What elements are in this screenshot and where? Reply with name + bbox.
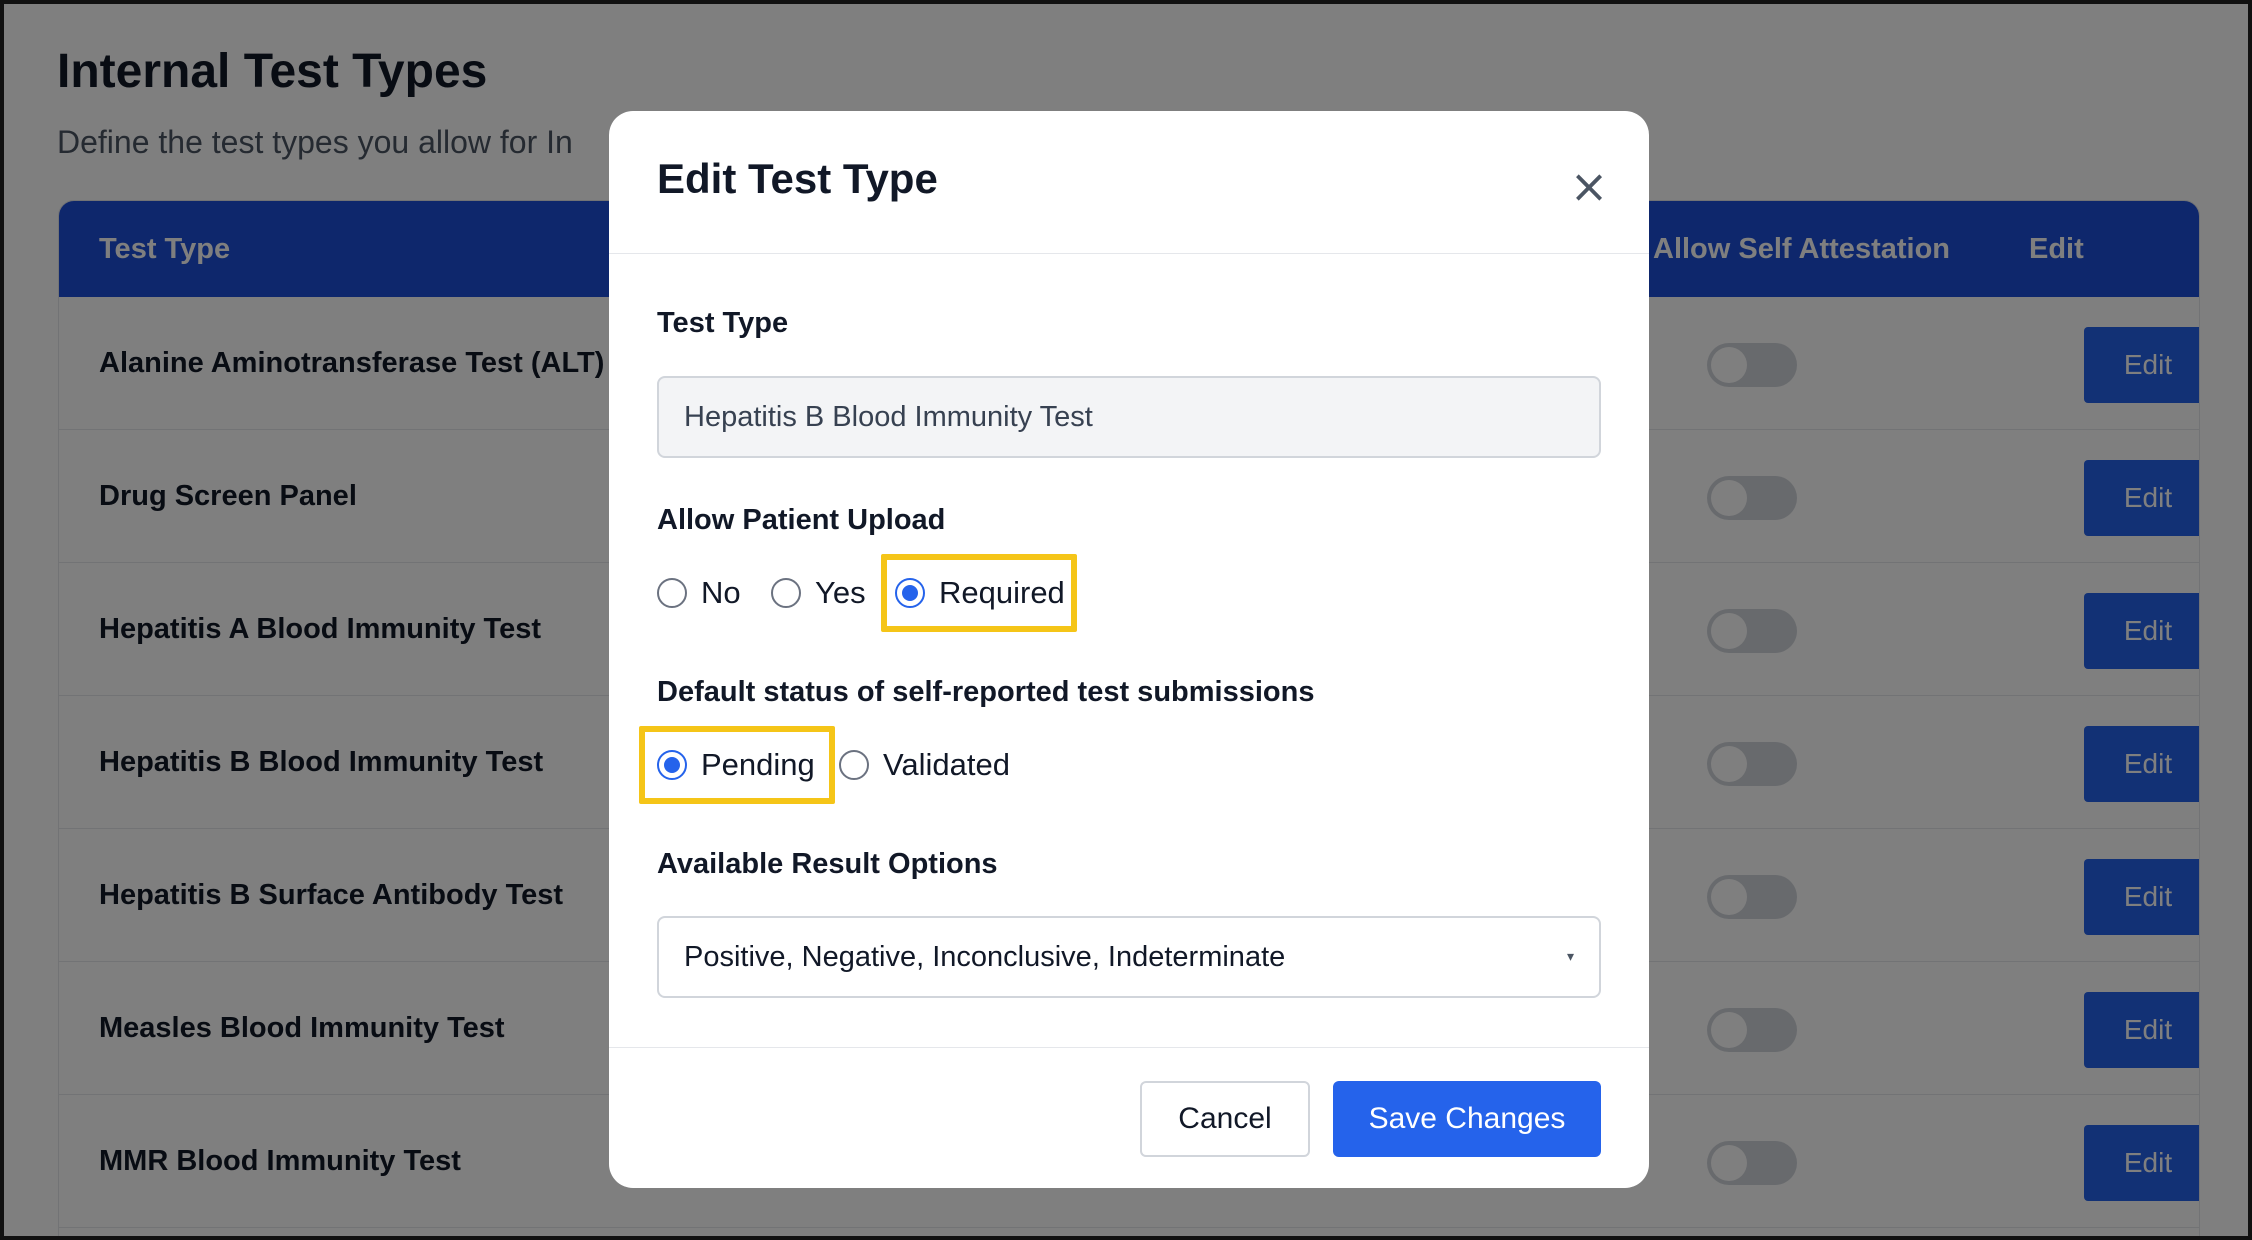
- test-type-input[interactable]: [657, 376, 1601, 458]
- radio-button[interactable]: [657, 578, 687, 608]
- default-status-label: Default status of self-reported test sub…: [657, 676, 1315, 708]
- modal-title: Edit Test Type: [657, 155, 938, 202]
- radio-upload-no[interactable]: No: [657, 563, 741, 623]
- modal-footer: Cancel Save Changes: [609, 1047, 1649, 1188]
- radio-label: Validated: [883, 747, 1010, 782]
- result-options-value: Positive, Negative, Inconclusive, Indete…: [684, 940, 1286, 973]
- radio-label: No: [701, 575, 741, 610]
- result-options-label: Available Result Options: [657, 848, 998, 880]
- radio-upload-yes[interactable]: Yes: [771, 563, 866, 623]
- save-changes-button[interactable]: Save Changes: [1333, 1081, 1601, 1157]
- radio-button[interactable]: [771, 578, 801, 608]
- test-type-label: Test Type: [657, 307, 789, 339]
- edit-test-type-modal: Edit Test Type × Test Type Allow Patient…: [609, 111, 1649, 1188]
- highlight-box: [881, 554, 1077, 632]
- close-icon[interactable]: ×: [1564, 161, 1614, 211]
- radio-button[interactable]: [839, 750, 869, 780]
- screen: Internal Test Types Define the test type…: [0, 0, 2252, 1240]
- allow-patient-upload-label: Allow Patient Upload: [657, 504, 946, 536]
- radio-status-validated[interactable]: Validated: [839, 735, 1010, 795]
- result-options-select[interactable]: Positive, Negative, Inconclusive, Indete…: [657, 916, 1601, 998]
- radio-label: Yes: [815, 575, 866, 610]
- cancel-button[interactable]: Cancel: [1140, 1081, 1310, 1157]
- highlight-box: [639, 726, 835, 804]
- modal-header: Edit Test Type ×: [609, 111, 1649, 254]
- chevron-down-icon: ▾: [1566, 949, 1574, 965]
